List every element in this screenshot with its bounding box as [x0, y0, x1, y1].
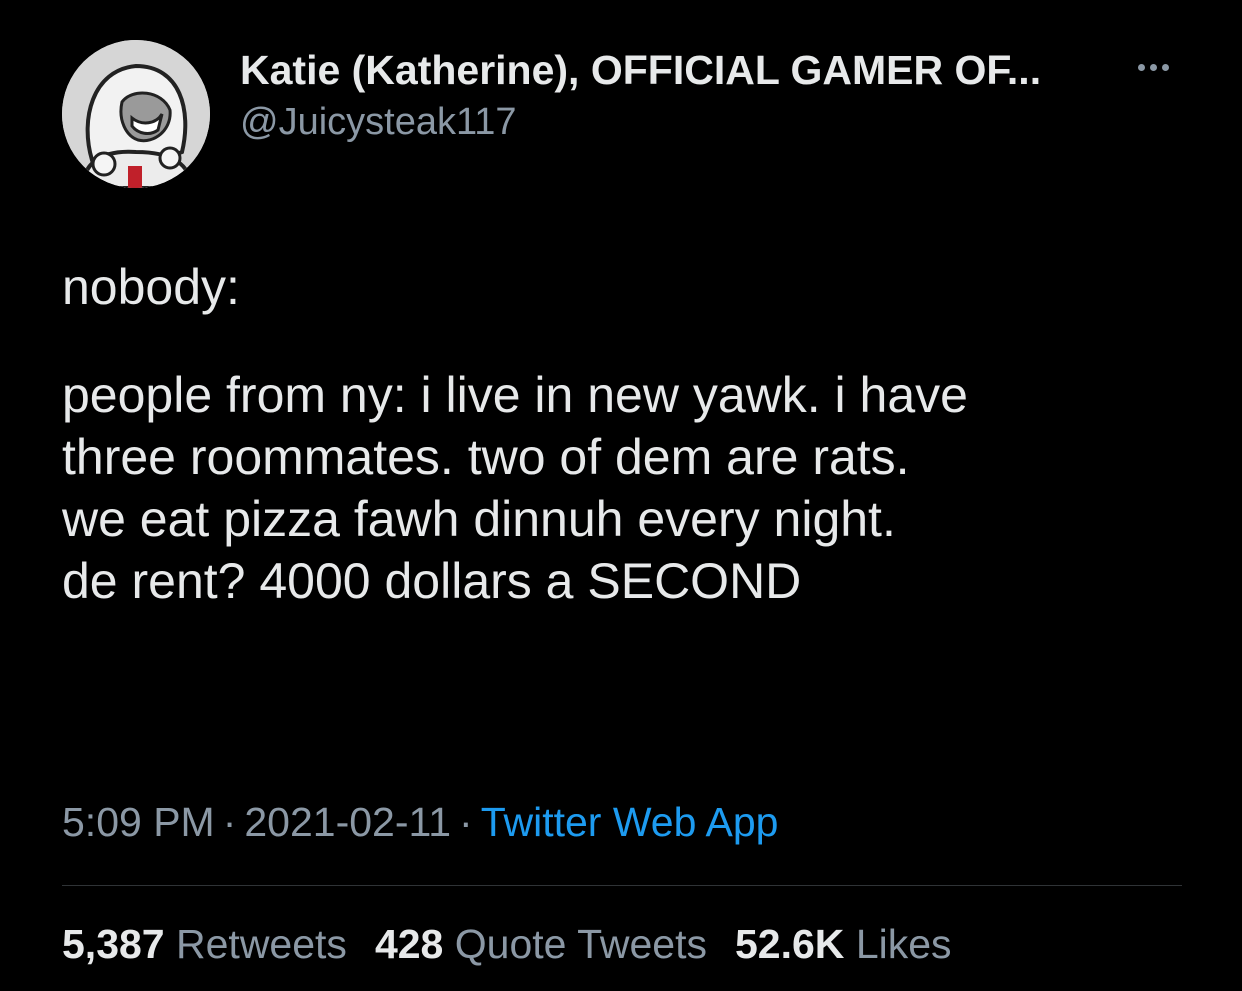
tweet-source-link[interactable]: Twitter Web App: [481, 799, 779, 845]
tweet-date[interactable]: 2021-02-11: [244, 799, 451, 845]
quote-tweets-label: Quote Tweets: [454, 921, 707, 967]
tweet-text: nobody: people from ny: i live in new ya…: [62, 256, 1212, 612]
likes-label: Likes: [855, 921, 952, 967]
tweet-time[interactable]: 5:09 PM: [62, 799, 215, 845]
tweet-line: people from ny: i live in new yawk. i ha…: [62, 367, 968, 423]
more-dot: [1149, 63, 1157, 71]
likes-count: 52.6K: [735, 921, 845, 967]
tweet-line: three roommates. two of dem are rats.: [62, 429, 910, 485]
tweet-line: we eat pizza fawh dinnuh every night.: [62, 491, 896, 547]
tweet-line: de rent? 4000 dollars a SECOND: [62, 553, 802, 609]
retweets-count: 5,387: [62, 921, 165, 967]
author-handle[interactable]: @Juicysteak117: [240, 100, 517, 146]
avatar[interactable]: [62, 40, 210, 188]
cartoon-avatar-icon: [62, 40, 210, 188]
tweet-stats: 5,387 Retweets 428 Quote Tweets 52.6K Like…: [62, 920, 980, 969]
retweets-label: Retweets: [176, 921, 347, 967]
quote-tweets-count: 428: [374, 921, 444, 967]
more-dot: [1161, 63, 1169, 71]
author-display-name[interactable]: Katie (Katherine), OFFICIAL GAMER OF...: [240, 46, 1041, 95]
quote-tweets-stat[interactable]: 428 Quote Tweets: [375, 921, 707, 967]
meta-separator: ·: [222, 799, 237, 845]
tweet-meta: 5:09 PM · 2021-02-11 · Twitter Web App: [62, 798, 778, 847]
tweet-line: nobody:: [62, 259, 240, 315]
likes-stat[interactable]: 52.6K Likes: [735, 921, 952, 967]
divider: [62, 885, 1182, 886]
more-options-icon[interactable]: [1128, 52, 1178, 82]
meta-separator: ·: [459, 799, 473, 845]
more-dot: [1137, 63, 1145, 71]
retweets-stat[interactable]: 5,387 Retweets: [62, 921, 347, 967]
